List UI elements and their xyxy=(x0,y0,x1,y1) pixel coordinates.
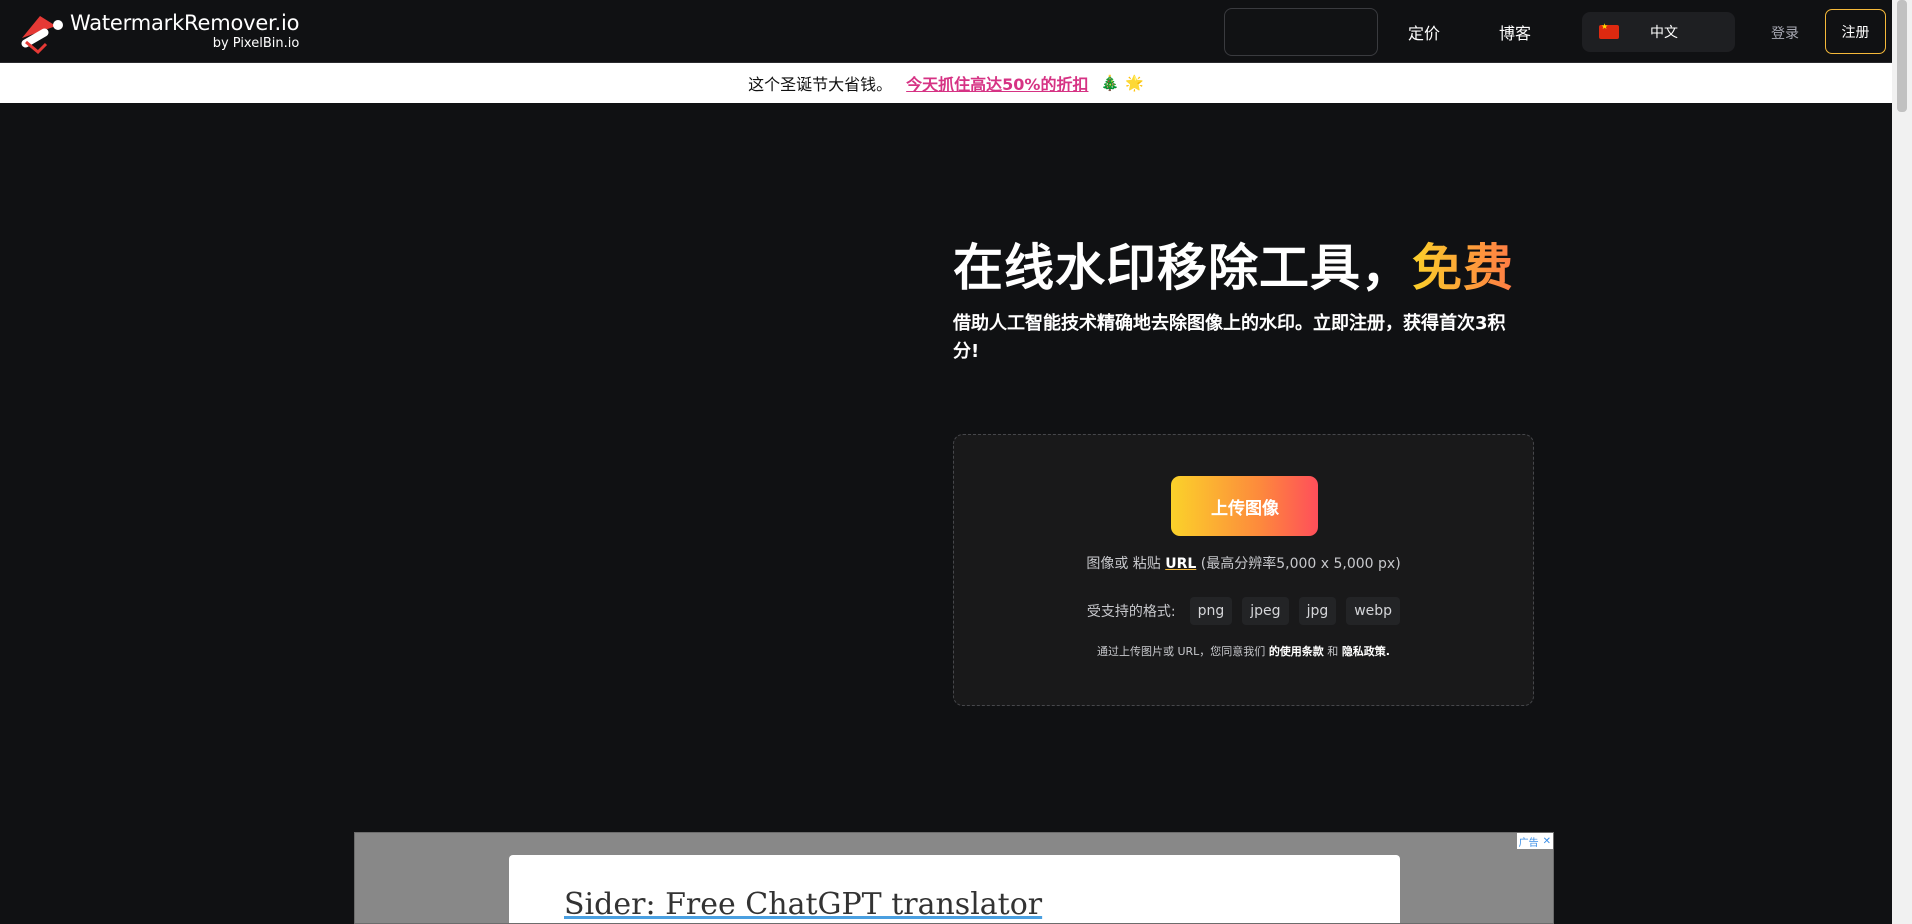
china-flag-icon xyxy=(1599,22,1619,39)
terms-and: 和 xyxy=(1323,645,1342,658)
nav-link-pricing[interactable]: 定价 xyxy=(1408,20,1440,44)
ad-close-icon[interactable]: ✕ xyxy=(1541,836,1553,847)
logo-santa-hat-icon xyxy=(18,8,64,55)
terms-notice: 通过上传图片或 URL，您同意我们 的使用条款 和 隐私政策. xyxy=(954,643,1533,659)
hero-title-text: 在线水印移除工具， xyxy=(953,239,1412,297)
scrollbar-thumb[interactable] xyxy=(1897,0,1907,112)
hero-title-accent: 免费 xyxy=(1412,239,1514,297)
formats-label: 受支持的格式: xyxy=(1086,604,1176,620)
ad-badge[interactable]: 广告 ✕ xyxy=(1516,833,1553,849)
ad-title-link[interactable]: Sider: Free ChatGPT translator xyxy=(564,887,1042,922)
paste-url-link[interactable]: URL xyxy=(1165,556,1196,572)
language-label: 中文 xyxy=(1650,25,1678,41)
upload-image-button[interactable]: 上传图像 xyxy=(1171,476,1318,536)
logo-title: WatermarkRemover.io xyxy=(70,10,300,35)
promo-banner: 这个圣诞节大省钱。 今天抓住高达50%的折扣 🎄 🌟 xyxy=(0,63,1892,103)
language-selector[interactable]: 中文 xyxy=(1582,12,1735,52)
upload-hint-suffix: (最高分辨率5,000 x 5,000 px) xyxy=(1196,556,1401,572)
ad-label: 广告 xyxy=(1518,837,1539,849)
format-chip-png: png xyxy=(1189,597,1233,625)
christmas-tree-icon: 🎄 xyxy=(1100,74,1120,92)
signup-button[interactable]: 注册 xyxy=(1825,9,1886,54)
nav-link-blog[interactable]: 博客 xyxy=(1499,20,1531,44)
hero-title: 在线水印移除工具，免费 xyxy=(953,228,1514,300)
promo-text: 这个圣诞节大省钱。 xyxy=(748,75,893,94)
format-chip-jpg: jpg xyxy=(1298,597,1337,625)
terms-prefix: 通过上传图片或 URL，您同意我们 xyxy=(1096,645,1269,658)
upload-hint: 图像或 粘贴 URL (最高分辨率5,000 x 5,000 px) xyxy=(954,553,1533,573)
privacy-policy-link[interactable]: 隐私政策. xyxy=(1342,645,1390,658)
format-chip-jpeg: jpeg xyxy=(1242,597,1289,625)
upload-dropzone[interactable]: 上传图像 图像或 粘贴 URL (最高分辨率5,000 x 5,000 px) … xyxy=(953,434,1534,706)
terms-of-use-link[interactable]: 的使用条款 xyxy=(1269,645,1324,658)
login-link[interactable]: 登录 xyxy=(1771,23,1799,43)
top-navbar: WatermarkRemover.io by PixelBin.io 定价 博客… xyxy=(0,0,1892,63)
format-chip-webp: webp xyxy=(1346,597,1401,625)
supported-formats: 受支持的格式: png jpeg jpg webp xyxy=(954,597,1533,625)
hero-subtitle: 借助人工智能技术精确地去除图像上的水印。立即注册，获得首次3积分! xyxy=(953,313,1506,362)
sparkle-icon: 🌟 xyxy=(1125,74,1144,92)
promo-discount-link[interactable]: 今天抓住高达50%的折扣 xyxy=(906,71,1088,95)
page-scrollbar[interactable] xyxy=(1892,0,1912,924)
advertisement[interactable]: Sider: Free ChatGPT translator 广告 ✕ xyxy=(354,832,1554,924)
logo-subtitle: by PixelBin.io xyxy=(212,35,300,51)
ad-content-card[interactable]: Sider: Free ChatGPT translator xyxy=(509,855,1400,923)
upload-hint-prefix: 图像或 粘贴 xyxy=(1086,556,1166,572)
nav-search-box[interactable] xyxy=(1224,8,1378,56)
logo[interactable]: WatermarkRemover.io by PixelBin.io xyxy=(18,4,300,58)
